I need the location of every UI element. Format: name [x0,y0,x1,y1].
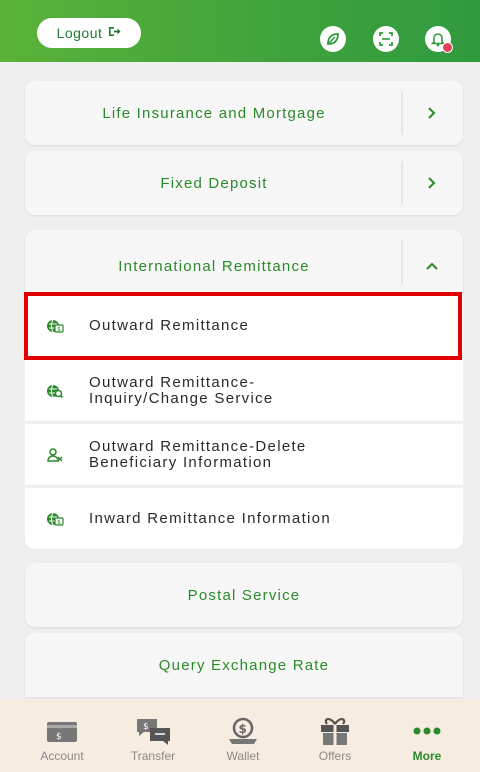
nav-offers[interactable]: Offers [295,700,375,772]
nav-transfer[interactable]: $ Transfer [113,700,193,772]
svg-text:$: $ [57,326,61,333]
nav-label: More [412,749,442,763]
nav-label: Wallet [226,749,260,763]
globe-money-icon: $ [45,316,65,336]
card-divider [401,91,403,135]
sub-item-label-line2: Beneficiary Information [89,453,273,471]
card-divider [401,240,403,284]
globe-search-icon [45,381,65,401]
chevron-right-icon [421,151,443,215]
sub-item-label-line1: Outward Remittance [89,316,250,334]
svg-text:$: $ [143,722,149,732]
logout-label: Logout [56,25,103,41]
menu-card-query-exchange-rate[interactable]: Query Exchange Rate [25,633,463,697]
logout-button[interactable]: Logout [37,18,141,48]
bottom-nav: $ Account $ Transfer $ Wallet Offers Mor… [0,700,480,772]
notification-badge [442,42,453,53]
nav-label: Transfer [130,749,176,763]
account-card-icon: $ [45,716,79,746]
card-label: Postal Service [187,586,301,604]
nav-account[interactable]: $ Account [22,700,102,772]
gift-icon [318,716,352,746]
nav-more[interactable]: More [387,700,467,772]
nav-label: Offers [318,749,352,763]
scan-icon[interactable] [373,26,399,52]
chevron-up-icon [421,238,443,294]
sub-item-label: Outward Remittance [89,316,443,334]
globe-money-icon: $ [45,509,65,529]
sub-item-label-line1: Inward Remittance Information [89,509,331,527]
bell-icon[interactable] [425,26,453,53]
menu-card-postal-service[interactable]: Postal Service [25,563,463,627]
nav-wallet[interactable]: $ Wallet [203,700,283,772]
app-header: Logout [0,0,480,62]
sub-item-label-line1: Outward Remittance-Delete [89,437,307,455]
svg-text:$: $ [239,722,247,736]
svg-text:$: $ [56,732,62,742]
sub-item-inward-remittance[interactable]: $ Inward Remittance Information [25,488,463,550]
menu-card-international-remittance[interactable]: International Remittance [25,230,463,294]
card-divider [401,161,403,205]
wallet-coin-icon: $ [226,716,260,746]
sub-item-delete-beneficiary[interactable]: Outward Remittance-Delete Beneficiary In… [25,424,463,486]
transfer-icon: $ [134,716,172,746]
card-label: Query Exchange Rate [158,656,330,674]
menu-card-fixed-deposit[interactable]: Fixed Deposit [25,151,463,215]
sub-item-label: Outward Remittance- Inquiry/Change Servi… [89,373,443,407]
logout-arrow-icon [108,26,121,40]
menu-card-life-insurance[interactable]: Life Insurance and Mortgage [25,81,463,145]
svg-text:$: $ [57,519,61,526]
sub-item-label: Inward Remittance Information [89,509,443,527]
sub-item-outward-inquiry[interactable]: Outward Remittance- Inquiry/Change Servi… [25,360,463,422]
nav-label: Account [40,749,84,763]
sub-item-label: Outward Remittance-Delete Beneficiary In… [89,437,443,471]
user-delete-icon [45,445,65,465]
sub-item-label-line1: Outward Remittance- [89,373,256,391]
chevron-right-icon [421,81,443,145]
sub-item-label-line2: Inquiry/Change Service [89,389,274,407]
card-label: Life Insurance and Mortgage [102,104,326,122]
card-label: Fixed Deposit [160,174,268,192]
more-dots-icon [412,716,442,746]
card-label: International Remittance [118,257,310,275]
sub-item-outward-remittance[interactable]: $ Outward Remittance [25,294,463,358]
leaf-icon[interactable] [320,26,346,52]
